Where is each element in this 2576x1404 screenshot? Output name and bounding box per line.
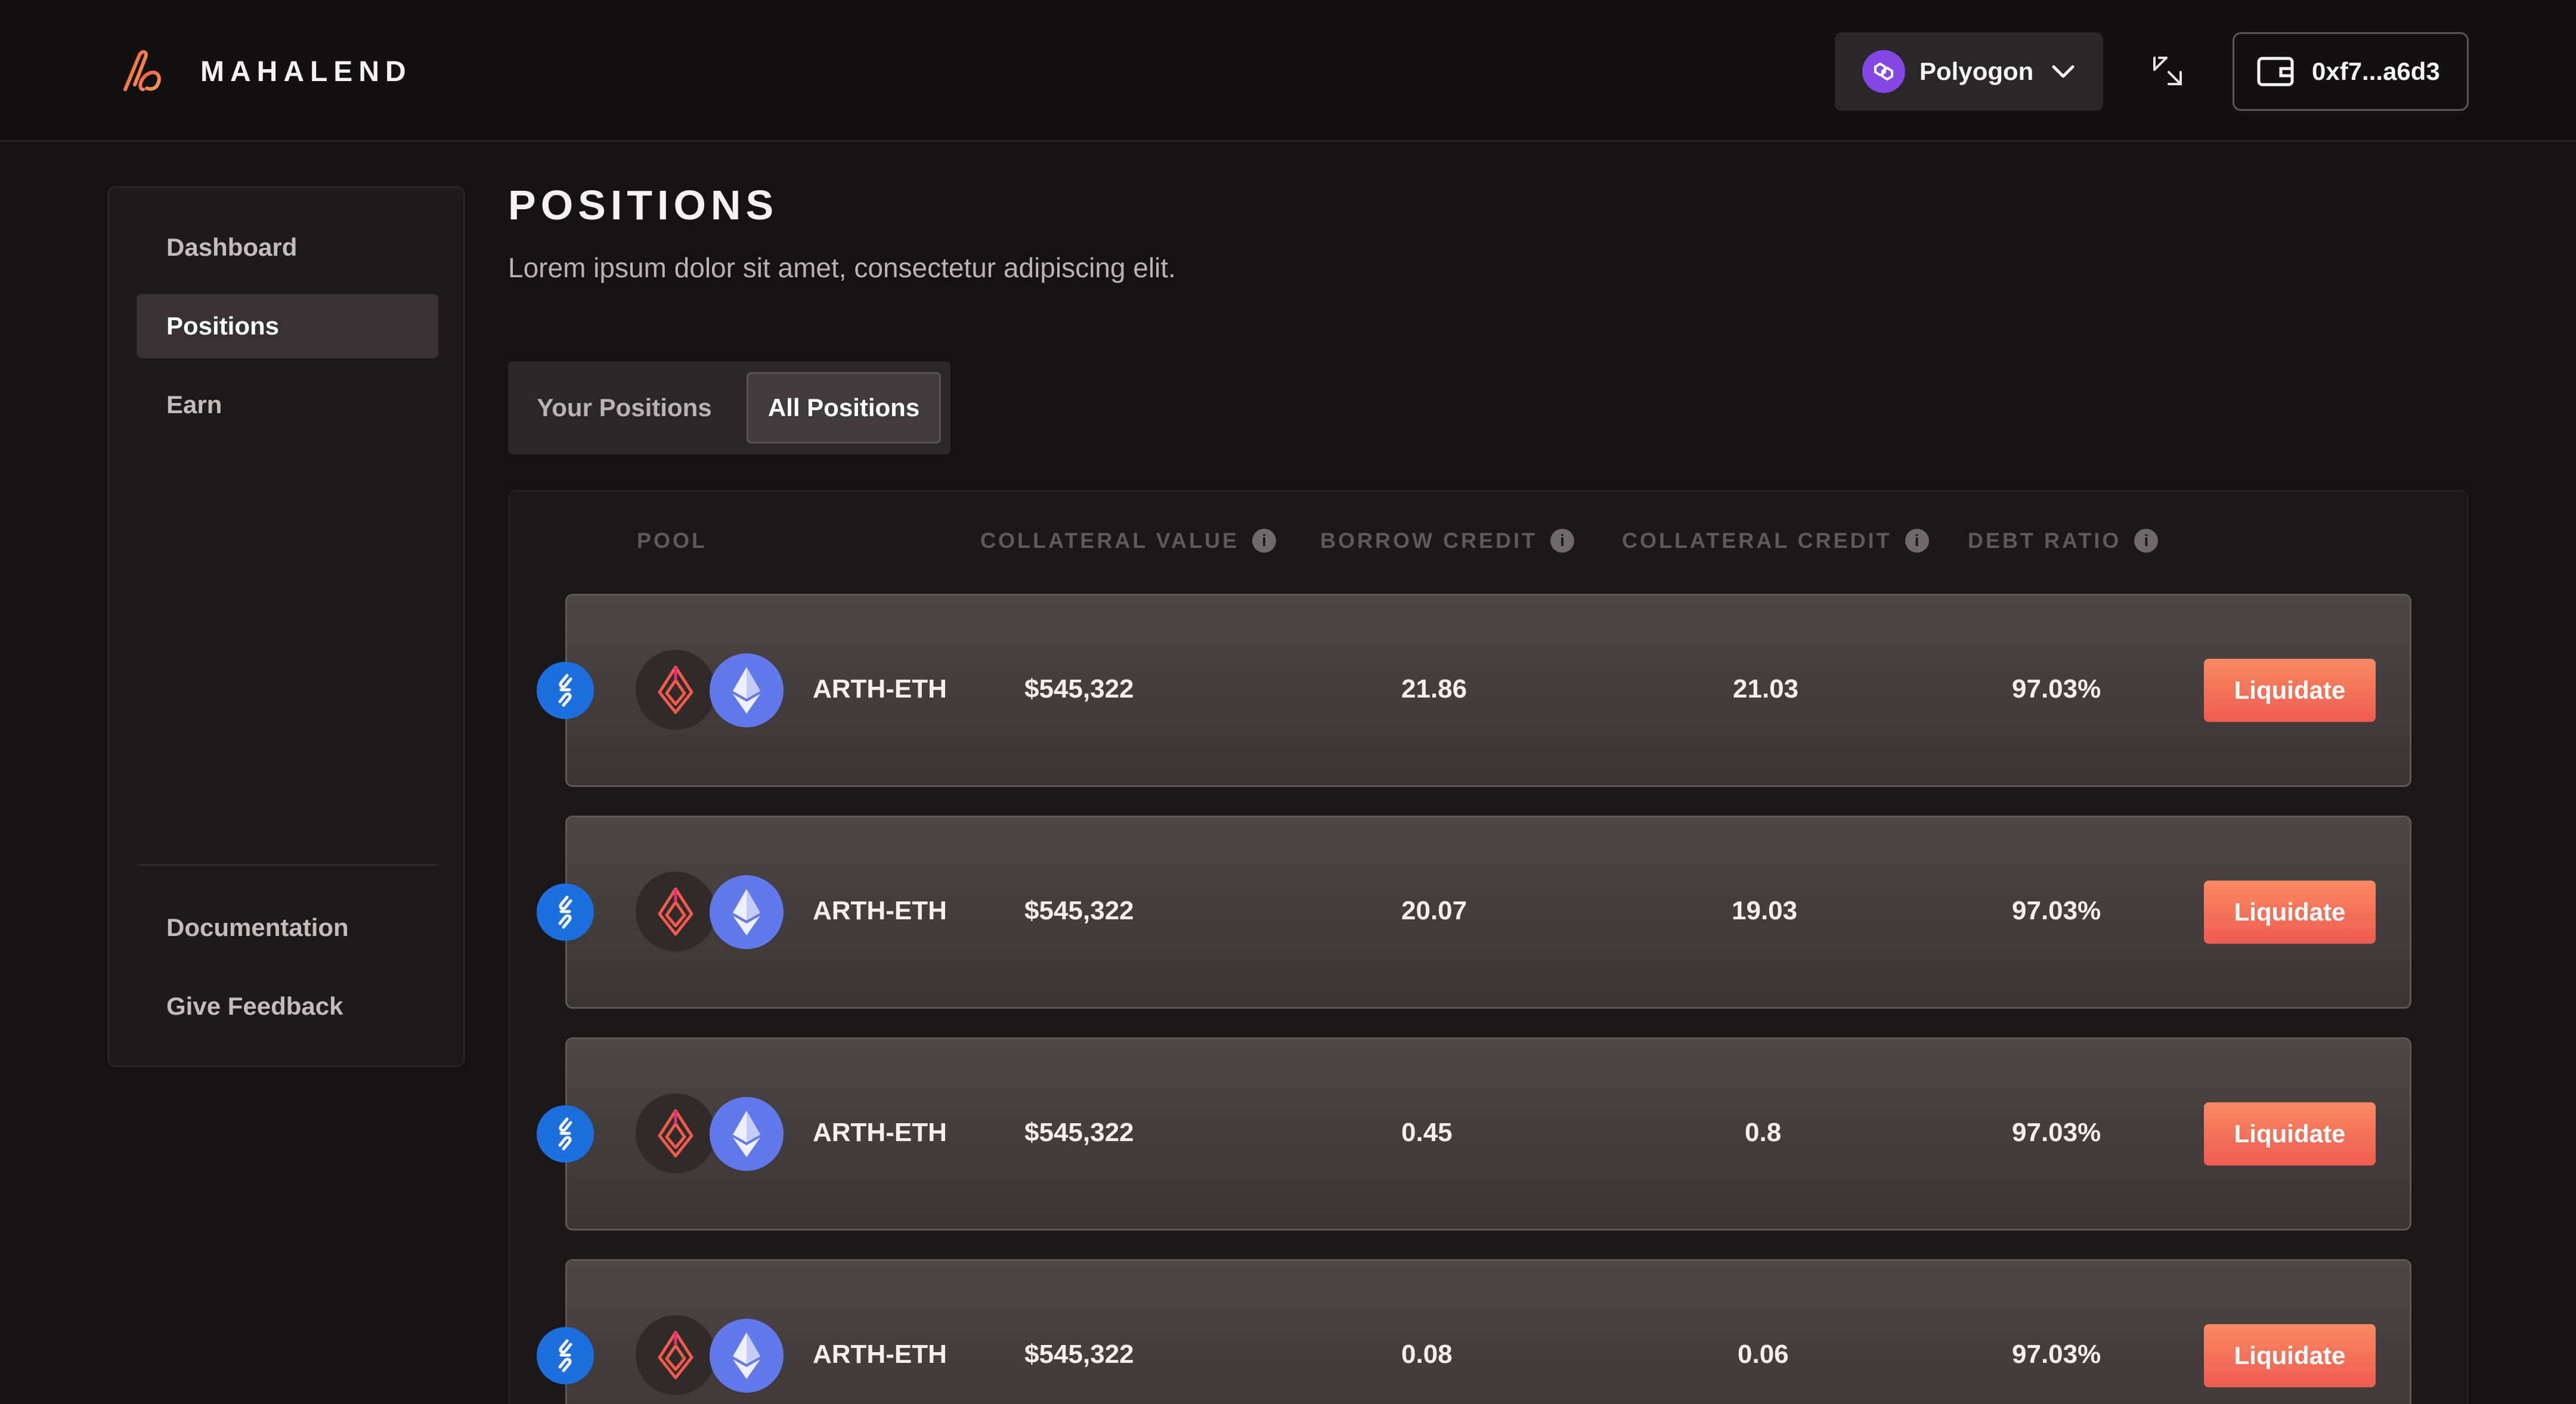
sidebar-divider: [137, 864, 438, 866]
brand-name: MAHALEND: [200, 55, 412, 88]
sidebar-item-label: Give Feedback: [166, 992, 343, 1020]
arth-icon: [636, 1315, 716, 1395]
debt-ratio: 97.03%: [2012, 1118, 2101, 1147]
app: MAHALEND Polyogon 0xf7...a6d3 Dashboard …: [0, 0, 2576, 1404]
arth-icon: [636, 872, 716, 952]
header-debt-ratio-label: DEBT RATIO: [1968, 528, 2122, 553]
info-icon[interactable]: i: [1550, 529, 1574, 553]
arth-icon: [636, 650, 716, 730]
header-borrow-credit: BORROW CREDIT i: [1320, 528, 1574, 553]
borrow-credit: 0.45: [1401, 1118, 1453, 1147]
debt-ratio: 97.03%: [2012, 896, 2101, 925]
sidebar-item-dashboard[interactable]: Dashboard: [137, 215, 438, 280]
page-title: POSITIONS: [508, 182, 779, 228]
header-borrow-credit-label: BORROW CREDIT: [1320, 528, 1537, 553]
mahalend-logo: [123, 50, 161, 91]
network-label: Polyogon: [1919, 57, 2034, 85]
network-selector[interactable]: Polyogon: [1835, 32, 2103, 111]
pool-name: ARTH-ETH: [813, 1118, 947, 1147]
collateral-credit: 0.06: [1738, 1340, 1789, 1369]
sidebar-item-documentation[interactable]: Documentation: [137, 895, 438, 960]
pool-name: ARTH-ETH: [813, 1340, 947, 1369]
info-icon[interactable]: i: [1905, 529, 1929, 553]
borrow-credit: 0.08: [1401, 1340, 1453, 1369]
eth-icon: [710, 875, 784, 949]
info-icon[interactable]: i: [1252, 529, 1276, 553]
header-collateral-value-label: COLLATERAL VALUE: [980, 528, 1239, 553]
chevron-down-icon: [2052, 65, 2075, 78]
collateral-value: $545,322: [1024, 674, 1134, 703]
header-collateral-credit-label: COLLATERAL CREDIT: [1622, 528, 1892, 553]
sidebar-item-label: Earn: [166, 390, 222, 419]
sidebar: Dashboard Positions Earn Documentation G…: [107, 186, 465, 1067]
tab-all-positions[interactable]: All Positions: [747, 372, 941, 444]
chain-link-icon: [537, 662, 594, 719]
pool-name: ARTH-ETH: [813, 674, 947, 703]
wallet-button[interactable]: 0xf7...a6d3: [2233, 32, 2469, 111]
header-pool: POOL: [637, 528, 707, 553]
header-collateral-credit: COLLATERAL CREDIT i: [1622, 528, 1929, 553]
sidebar-item-label: Positions: [166, 312, 280, 340]
brand[interactable]: MAHALEND: [122, 50, 412, 93]
borrow-credit: 21.86: [1401, 674, 1467, 703]
header-pool-label: POOL: [637, 528, 708, 553]
wallet-icon: [2257, 57, 2294, 86]
liquidate-button[interactable]: Liquidate: [2204, 1102, 2376, 1166]
sidebar-item-positions[interactable]: Positions: [137, 294, 438, 358]
sidebar-item-earn[interactable]: Earn: [137, 373, 438, 437]
chain-link-icon: [537, 1105, 594, 1163]
collateral-credit: 0.8: [1745, 1118, 1782, 1147]
tab-your-positions[interactable]: Your Positions: [519, 372, 730, 444]
borrow-credit: 20.07: [1401, 896, 1467, 925]
info-icon[interactable]: i: [2134, 529, 2159, 553]
sidebar-item-label: Documentation: [166, 913, 349, 941]
eth-icon: [710, 1319, 784, 1393]
table-row[interactable]: [565, 1259, 2411, 1404]
wallet-address: 0xf7...a6d3: [2312, 57, 2440, 85]
header-collateral-value: COLLATERAL VALUE i: [980, 528, 1276, 553]
polygon-icon: [1862, 50, 1905, 93]
eth-icon: [710, 1097, 784, 1171]
collateral-credit: 19.03: [1732, 896, 1798, 925]
page-subtitle: Lorem ipsum dolor sit amet, consectetur …: [508, 252, 1176, 283]
eth-icon: [710, 653, 784, 727]
header-debt-ratio: DEBT RATIO i: [1968, 528, 2159, 553]
collapse-arrows-icon[interactable]: [2147, 50, 2188, 92]
sidebar-item-label: Dashboard: [166, 233, 298, 261]
positions-tabs: Your Positions All Positions: [508, 361, 950, 454]
sidebar-item-feedback[interactable]: Give Feedback: [137, 974, 438, 1039]
liquidate-button[interactable]: Liquidate: [2204, 659, 2376, 722]
liquidate-button[interactable]: Liquidate: [2204, 881, 2376, 944]
chain-link-icon: [537, 884, 594, 941]
pool-name: ARTH-ETH: [813, 896, 947, 925]
debt-ratio: 97.03%: [2012, 1340, 2101, 1369]
collateral-credit: 21.03: [1733, 674, 1799, 703]
arth-icon: [636, 1093, 716, 1173]
collateral-value: $545,322: [1024, 896, 1134, 925]
collateral-value: $545,322: [1024, 1118, 1134, 1147]
liquidate-button[interactable]: Liquidate: [2204, 1324, 2376, 1387]
chain-link-icon: [537, 1327, 594, 1384]
collateral-value: $545,322: [1024, 1340, 1134, 1369]
debt-ratio: 97.03%: [2012, 674, 2101, 703]
top-bar: MAHALEND Polyogon 0xf7...a6d3: [0, 0, 2576, 142]
